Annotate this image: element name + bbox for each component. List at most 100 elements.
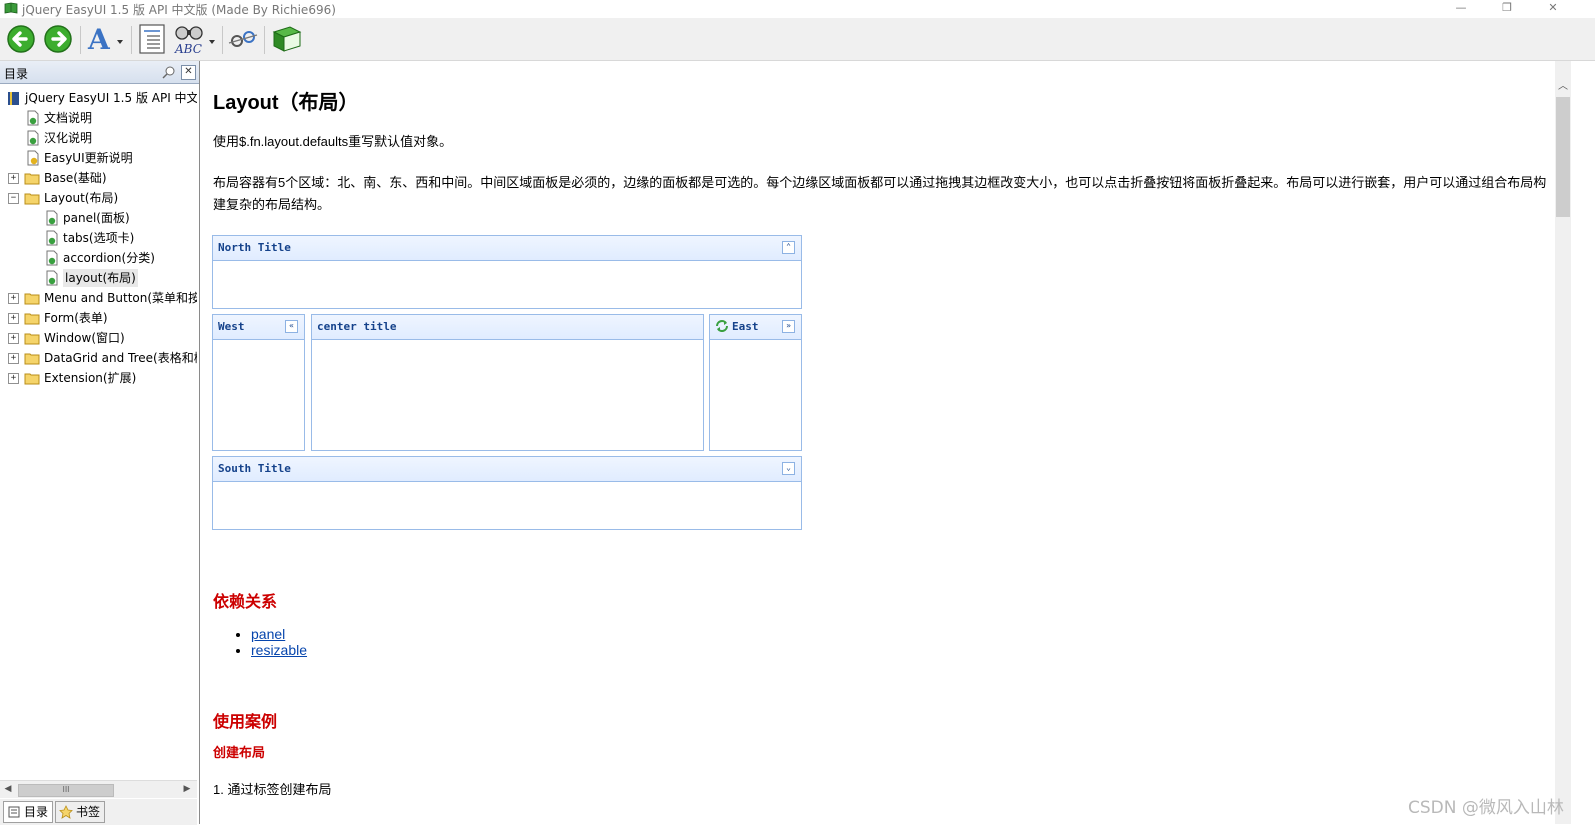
reload-icon[interactable] [715,319,729,333]
folder-icon [24,293,40,305]
content-pane: Layout（布局） 使用$.fn.layout.defaults重写默认值对象… [201,61,1555,824]
panel-header: West « [213,315,304,340]
tree-item-label: Base(基础) [44,171,107,185]
star-icon [59,805,73,819]
back-icon[interactable] [6,22,36,56]
collapse-up-icon[interactable]: ⌃ [782,241,795,254]
tree-item-label: jQuery EasyUI 1.5 版 API 中文版 [25,91,197,105]
collapse-icon[interactable]: − [8,193,19,204]
forward-icon[interactable] [43,22,73,56]
restore-icon[interactable]: ❐ [1484,0,1530,18]
contents-icon [8,806,20,818]
tab-label: 书签 [76,805,101,819]
list-item: panel [251,626,307,642]
folder-icon [24,373,40,385]
toolbar: A ABC [0,18,1595,61]
panel-title: East [732,320,759,333]
collapse-left-icon[interactable]: « [285,320,298,333]
tree-item-label: Extension(扩展) [44,371,137,385]
app-book-icon [4,2,18,14]
tree-item-label: DataGrid and Tree(表格和树) [44,351,197,365]
sidebar-tabs: 目录 书签 [0,799,197,825]
search-icon[interactable]: ABC [172,22,218,56]
close-icon[interactable]: ✕ [181,65,196,80]
tab-label: 目录 [24,805,49,819]
sidebar-title: 目录 [4,67,29,81]
expand-icon[interactable]: + [8,313,19,324]
title-bar: jQuery EasyUI 1.5 版 API 中文版 (Made By Ric… [0,0,1595,18]
panel-title: West [218,320,245,333]
expand-icon[interactable]: + [8,293,19,304]
contents-icon[interactable] [137,22,167,56]
north-panel: North Title ⌃ [212,235,802,309]
tree-item-label: tabs(选项卡) [63,231,135,245]
book-icon[interactable] [270,22,304,56]
sidebar: 目录 ✕ jQuery EasyUI 1.5 版 API 中文版 文档说明 汉化… [0,61,200,825]
folder-open-icon [24,193,40,205]
step-text: 1. 通过标签创建布局 [213,782,332,797]
pin-icon[interactable] [162,65,176,79]
minimize-icon[interactable]: — [1438,0,1484,18]
create-layout-heading: 创建布局 [213,745,266,760]
resizable-link[interactable]: resizable [251,642,307,658]
scroll-left-icon[interactable]: ◀ [2,783,14,796]
list-item: resizable [251,642,307,658]
panel-link[interactable]: panel [251,626,285,642]
contents-tree: jQuery EasyUI 1.5 版 API 中文版 文档说明 汉化说明 Ea… [0,87,197,777]
svg-text:A: A [87,23,111,56]
tree-item-label: Layout(布局) [44,191,119,205]
watermark: CSDN @微风入山林 [1408,798,1564,818]
tree-item-label-selected: layout(布局) [63,269,138,287]
dependencies-list: panel resizable [213,626,307,658]
scroll-grip: III [62,785,70,794]
page-icon [27,130,39,146]
intro-text: 使用$.fn.layout.defaults重写默认值对象。 [213,134,453,149]
folder-icon [24,353,40,365]
link-icon[interactable] [226,22,260,56]
book-icon [8,92,19,105]
tab-contents[interactable]: 目录 [3,801,54,823]
page-icon [46,230,58,246]
tree-item-label: 文档说明 [44,111,93,125]
tree-item-label: accordion(分类) [63,251,155,265]
panel-header: center title [312,315,703,340]
scroll-up-icon[interactable]: ︿ [1557,77,1569,92]
folder-icon [24,173,40,185]
scroll-thumb[interactable]: III [18,784,114,797]
center-panel: center title [311,314,704,451]
expand-icon[interactable]: + [8,353,19,364]
panel-header: North Title ⌃ [213,236,801,261]
tree-item-label: Window(窗口) [44,331,125,345]
tree-item-label: Form(表单) [44,311,108,325]
south-panel: South Title ⌄ [212,456,802,530]
page-icon [46,250,58,266]
folder-icon [24,333,40,345]
page-icon [46,270,58,286]
expand-icon[interactable]: + [8,333,19,344]
sidebar-hscrollbar[interactable]: ◀ III ▶ [0,780,197,798]
panel-header: South Title ⌄ [213,457,801,482]
tree-item-label: EasyUI更新说明 [44,151,133,165]
scroll-thumb[interactable] [1556,97,1570,217]
tab-bookmarks[interactable]: 书签 [55,801,106,823]
close-icon[interactable]: ✕ [1530,0,1576,18]
expand-icon[interactable]: + [8,373,19,384]
sidebar-header: 目录 ✕ [0,61,199,84]
page-title: Layout（布局） [213,92,359,114]
collapse-right-icon[interactable]: » [782,320,795,333]
tree-item-label: 汉化说明 [44,131,93,145]
east-panel: East » [709,314,802,451]
page-icon [27,110,39,126]
expand-icon[interactable]: + [8,173,19,184]
page-icon [46,210,58,226]
font-icon[interactable]: A [86,22,126,56]
toolbar-separator [264,26,265,54]
window-title: jQuery EasyUI 1.5 版 API 中文版 (Made By Ric… [22,3,336,17]
content-vscrollbar[interactable]: ︿ [1555,61,1571,824]
collapse-down-icon[interactable]: ⌄ [782,462,795,475]
panel-title: center title [317,320,397,333]
scroll-right-icon[interactable]: ▶ [181,783,193,796]
panel-title: North Title [218,241,291,254]
usage-heading: 使用案例 [213,714,278,731]
tree-item-label: panel(面板) [63,211,130,225]
